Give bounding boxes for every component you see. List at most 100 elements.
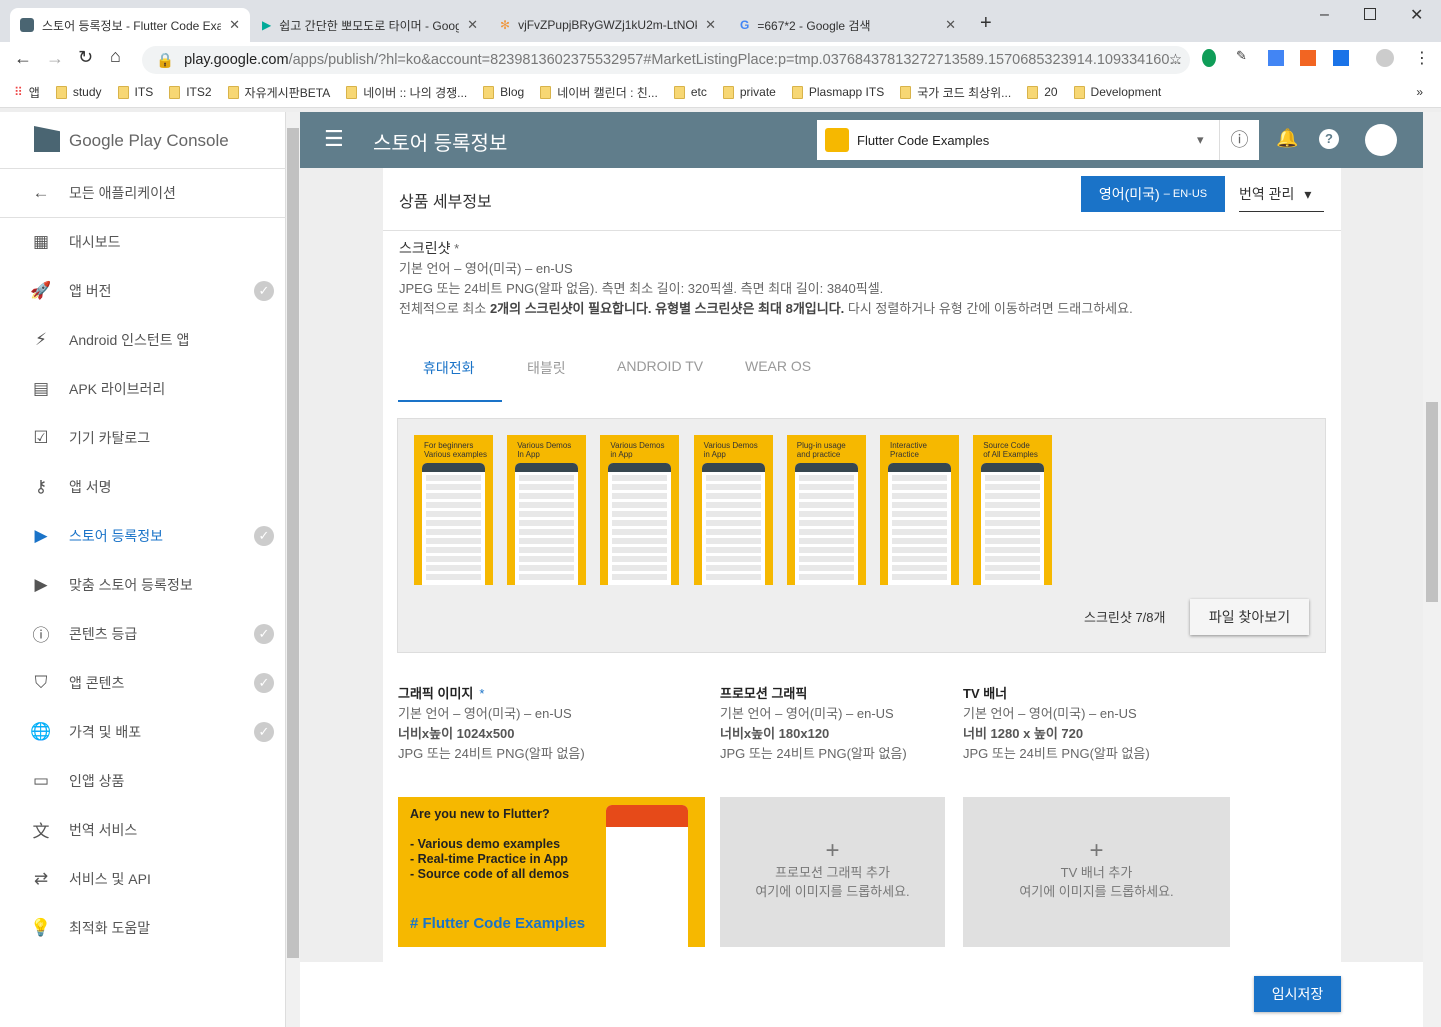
image-drop-zone[interactable]: + 프로모션 그래픽 추가 여기에 이미지를 드롭하세요.	[720, 797, 945, 947]
bookmark-item[interactable]: 자유게시판BETA	[227, 84, 330, 101]
bookmark-item[interactable]: study	[55, 85, 102, 99]
page-title: 스토어 등록정보	[373, 133, 508, 155]
sidebar-item[interactable]: ⓘ 콘텐츠 등급 ✓	[0, 609, 286, 658]
bookmark-item[interactable]: 국가 코드 최상위...	[900, 84, 1011, 101]
browser-tab[interactable]: ✻ vjFvZPupjBRyGWZj1kU2m-LtNOk ✕	[490, 8, 726, 42]
page-scrollbar[interactable]	[1423, 112, 1441, 1027]
menu-icon[interactable]: ⋮	[1414, 48, 1430, 68]
sidebar-item[interactable]: ⚡ Android 인스턴트 앱	[0, 315, 286, 364]
screenshots-info: 스크린샷 * 기본 언어 – 영어(미국) – en-US JPEG 또는 24…	[399, 240, 1133, 316]
info-icon[interactable]: ⓘ	[1219, 120, 1259, 160]
sidebar-item[interactable]: ▤ APK 라이브러리	[0, 364, 286, 413]
extension-icon[interactable]	[1202, 49, 1216, 67]
bookmark-item[interactable]: private	[722, 85, 776, 99]
screenshot-thumbnail[interactable]: Plug-in usage and practice	[786, 435, 866, 585]
close-icon[interactable]: ✕	[945, 17, 956, 33]
forward-icon[interactable]: →	[46, 48, 64, 69]
bookmarks-bar: ⠿ 앱 study ITS ITS2 자유게시판BETA 네이버 :: 나의 경쟁... Bl…	[0, 77, 1441, 108]
bookmark-item[interactable]: ITS2	[169, 85, 212, 99]
eyedropper-icon[interactable]: ✎	[1236, 48, 1247, 64]
phone-mockup	[701, 463, 765, 585]
folder-icon	[540, 85, 552, 99]
bookmark-item[interactable]: etc	[673, 85, 707, 99]
sidebar-item[interactable]: ▭ 인앱 상품	[0, 756, 286, 805]
device-tab[interactable]: 휴대전화	[423, 358, 475, 378]
chevron-down-icon: ▾	[1304, 186, 1312, 202]
sidebar-item[interactable]: 🚀 앱 버전 ✓	[0, 266, 286, 315]
more-bookmarks-icon[interactable]: »	[1416, 85, 1423, 99]
video-icon[interactable]	[1333, 50, 1349, 66]
sidebar-item[interactable]: 文 번역 서비스	[0, 805, 286, 854]
bookmark-item[interactable]: 20	[1027, 85, 1058, 99]
bookmark-item[interactable]: 네이버 :: 나의 경쟁...	[346, 84, 467, 101]
sidebar-icon: ▦	[32, 231, 50, 251]
help-icon[interactable]: ?	[1319, 129, 1339, 149]
sidebar-item[interactable]: ⛉ 앱 콘텐츠 ✓	[0, 658, 286, 707]
translate-manage-dropdown[interactable]: 번역 관리 ▾	[1239, 184, 1324, 212]
play-icon: ▶	[262, 18, 272, 32]
language-button[interactable]: 영어(미국) – EN-US	[1081, 176, 1225, 212]
reload-icon[interactable]: ↻	[78, 47, 93, 68]
sidebar-item[interactable]: ☑ 기기 카탈로그	[0, 413, 286, 462]
bookmark-item[interactable]: Development	[1073, 85, 1161, 99]
close-icon[interactable]: ✕	[705, 17, 716, 33]
folder-icon	[722, 85, 734, 99]
screenshot-thumbnail[interactable]: Various Demos in App	[600, 435, 680, 585]
sidebar-icon: ⛉	[34, 672, 48, 692]
sidebar-item[interactable]: ▶ 스토어 등록정보 ✓	[0, 511, 286, 560]
bookmark-item[interactable]: Blog	[483, 85, 524, 99]
phone-mockup	[794, 463, 858, 585]
sidebar-item[interactable]: ⇄ 서비스 및 API	[0, 854, 286, 903]
close-icon[interactable]: ✕	[467, 17, 478, 33]
screenshot-thumbnail[interactable]: Various Demos In App	[507, 435, 587, 585]
close-window-button[interactable]: ✕	[1410, 5, 1423, 25]
device-tab[interactable]: ANDROID TV	[617, 358, 703, 374]
hamburger-menu-icon[interactable]: ☰	[324, 126, 344, 152]
ex-icon[interactable]	[1300, 50, 1316, 66]
sidebar-item[interactable]: ▶ 맞춤 스토어 등록정보	[0, 560, 286, 609]
close-icon[interactable]: ✕	[229, 17, 240, 33]
browse-files-button[interactable]: 파일 찾아보기	[1190, 599, 1309, 635]
image-drop-zone[interactable]: + TV 배너 추가 여기에 이미지를 드롭하세요.	[963, 797, 1230, 947]
sidebar-item[interactable]: 💡 최적화 도움말	[0, 903, 286, 952]
star-icon[interactable]: ☆	[1169, 52, 1182, 68]
feature-graphic[interactable]: Are you new to Flutter? - Various demo e…	[398, 797, 705, 947]
account-avatar[interactable]	[1365, 124, 1397, 156]
new-tab-button[interactable]: +	[980, 12, 992, 35]
logo-text: Google Play Console	[69, 131, 229, 150]
translate-icon[interactable]	[1268, 50, 1284, 66]
bookmark-item[interactable]: ⠿ 앱	[14, 84, 40, 101]
address-bar[interactable]: 🔒 play.google.com/apps/publish/?hl=ko&acc…	[142, 46, 1190, 74]
check-circle-icon: ✓	[254, 280, 274, 301]
screenshot-thumbnail[interactable]: For beginners Various examples	[414, 435, 493, 585]
screenshot-thumbnail[interactable]: Various Demos in App	[693, 435, 773, 585]
phone-mockup	[515, 463, 579, 585]
screenshot-count: 스크린샷 7/8개	[1084, 610, 1166, 625]
bell-icon[interactable]: 🔔	[1276, 128, 1298, 149]
browser-tab[interactable]: ▶쉽고 간단한 뽀모도로 타이머 - Google Play✕	[252, 8, 488, 42]
sidebar-scrollbar[interactable]	[286, 112, 300, 1027]
screenshot-thumbnail[interactable]: Source Code of All Examples	[973, 435, 1053, 585]
device-tab[interactable]: WEAR OS	[745, 358, 811, 374]
browser-tab[interactable]: G =667*2 - Google 검색 ✕	[730, 8, 966, 42]
phone-mockup	[422, 463, 485, 585]
minimize-button[interactable]: –	[1320, 6, 1329, 24]
sidebar-item[interactable]: ← 모든 애플리케이션	[0, 168, 286, 217]
browser-tab[interactable]: 스토어 등록정보 - Flutter Code Examples✕	[10, 8, 250, 42]
plus-icon: +	[1089, 837, 1104, 864]
sidebar-item[interactable]: ⚷ 앱 서명	[0, 462, 286, 511]
save-draft-button[interactable]: 임시저장	[1254, 976, 1341, 1012]
sidebar-item[interactable]: 🌐 가격 및 배포 ✓	[0, 707, 286, 756]
app-selector[interactable]: Flutter Code Examples ▾ ⓘ	[817, 120, 1259, 160]
screenshot-thumbnail[interactable]: Interactive Practice	[880, 435, 959, 585]
profile-avatar[interactable]	[1376, 49, 1394, 67]
app-header: ☰ 스토어 등록정보 Flutter Code Examples ▾ ⓘ 🔔 ?	[300, 112, 1423, 168]
bookmark-item[interactable]: ITS	[117, 85, 153, 99]
home-icon[interactable]: ⌂	[110, 46, 121, 67]
back-icon[interactable]: ←	[14, 48, 32, 69]
maximize-button[interactable]	[1364, 8, 1376, 20]
bookmark-item[interactable]: Plasmapp ITS	[791, 85, 884, 99]
device-tab[interactable]: 태블릿	[527, 358, 566, 378]
bookmark-item[interactable]: 네이버 캘린더 : 친...	[540, 84, 658, 101]
sidebar-item[interactable]: ▦ 대시보드	[0, 217, 286, 266]
